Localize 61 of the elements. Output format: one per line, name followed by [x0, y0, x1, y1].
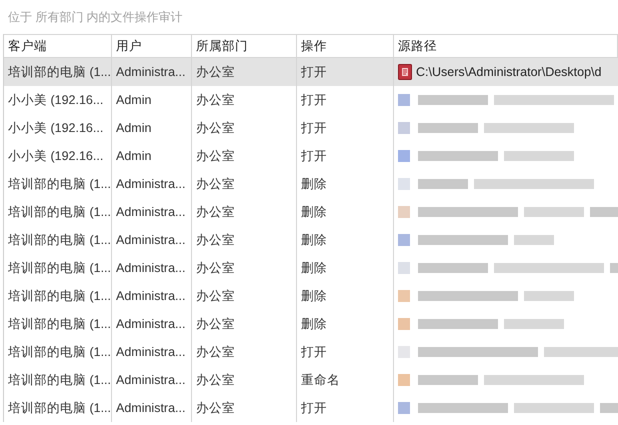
table-cell-text: 删除	[300, 316, 327, 333]
table-cell-text: Administra...	[115, 288, 186, 305]
table-cell-text: 打开	[300, 120, 327, 137]
table-cell-text: 培训部的电脑 (1...	[7, 288, 112, 305]
table-cell-text: Administra...	[115, 64, 186, 81]
view-title: 位于 所有部门 内的文件操作审计	[8, 9, 183, 26]
table-cell-text: 办公室	[195, 64, 235, 81]
table-cell-text: 删除	[300, 260, 327, 277]
table-cell-text: Admin	[115, 92, 152, 109]
table-cell-text: Administra...	[115, 344, 186, 361]
column-header[interactable]: 客户端	[4, 35, 112, 57]
table-cell-text: Administra...	[115, 204, 186, 221]
table-cell-text: 打开	[300, 148, 327, 165]
table-cell-text: 办公室	[195, 204, 235, 221]
table-cell-text: 办公室	[195, 316, 235, 333]
table-cell-text: 培训部的电脑 (1...	[7, 232, 112, 249]
table-cell-text: 办公室	[195, 120, 235, 137]
table-cell-text: 办公室	[195, 260, 235, 277]
table-cell-text: 培训部的电脑 (1...	[7, 316, 112, 333]
table-cell-text: 删除	[300, 232, 327, 249]
table-cell-text: Administra...	[115, 232, 186, 249]
table-cell-text: 培训部的电脑 (1...	[7, 400, 112, 417]
table-cell-text: 重命名	[300, 372, 340, 389]
table-cell-text: Admin	[115, 148, 152, 165]
table-cell-text: 办公室	[195, 344, 235, 361]
table-cell-text: 办公室	[195, 176, 235, 193]
table-cell-text: 培训部的电脑 (1...	[7, 260, 112, 277]
table-cell-text: 删除	[300, 288, 327, 305]
table-cell-text: 培训部的电脑 (1...	[7, 204, 112, 221]
table-cell-text: 打开	[300, 64, 327, 81]
table-cell-text: 办公室	[195, 148, 235, 165]
table-cell-text: 打开	[300, 344, 327, 361]
table-cell-text: 删除	[300, 176, 327, 193]
table-cell-text: 小小美 (192.16...	[7, 120, 104, 137]
table-cell-text: 培训部的电脑 (1...	[7, 344, 112, 361]
table-cell-text: Administra...	[115, 260, 186, 277]
table-cell-text: 办公室	[195, 372, 235, 389]
table-cell-text: Administra...	[115, 316, 186, 333]
table-row[interactable]: 培训部的电脑 (1... Administra... 办公室 打开 C:\Users\Administrator\Desktop\d	[4, 58, 618, 86]
table-cell-text: 办公室	[195, 400, 235, 417]
file-path: C:\Users\Administrator\Desktop\d	[416, 64, 602, 81]
column-header[interactable]: 操作	[297, 35, 394, 57]
table-cell-text: Administra...	[115, 176, 186, 193]
table-cell-text: 小小美 (192.16...	[7, 148, 104, 165]
column-header[interactable]: 所属部门	[192, 35, 297, 57]
table-cell-text: 办公室	[195, 92, 235, 109]
table-cell-text: 办公室	[195, 288, 235, 305]
table-cell-text: 小小美 (192.16...	[7, 92, 104, 109]
table-cell-text: 培训部的电脑 (1...	[7, 176, 112, 193]
table-cell-text: Administra...	[115, 372, 186, 389]
table-cell-text: Administra...	[115, 400, 186, 417]
table-cell-text: Admin	[115, 120, 152, 137]
table-cell-text: 办公室	[195, 232, 235, 249]
table-cell-text: 培训部的电脑 (1...	[7, 372, 112, 389]
table-cell-text: 培训部的电脑 (1...	[7, 64, 112, 81]
table-cell-text: 删除	[300, 204, 327, 221]
table-cell-text: 打开	[300, 92, 327, 109]
column-header[interactable]: 源路径	[394, 35, 618, 57]
column-header[interactable]: 用户	[112, 35, 192, 57]
table-cell-text: 打开	[300, 400, 327, 417]
file-icon	[398, 64, 412, 80]
